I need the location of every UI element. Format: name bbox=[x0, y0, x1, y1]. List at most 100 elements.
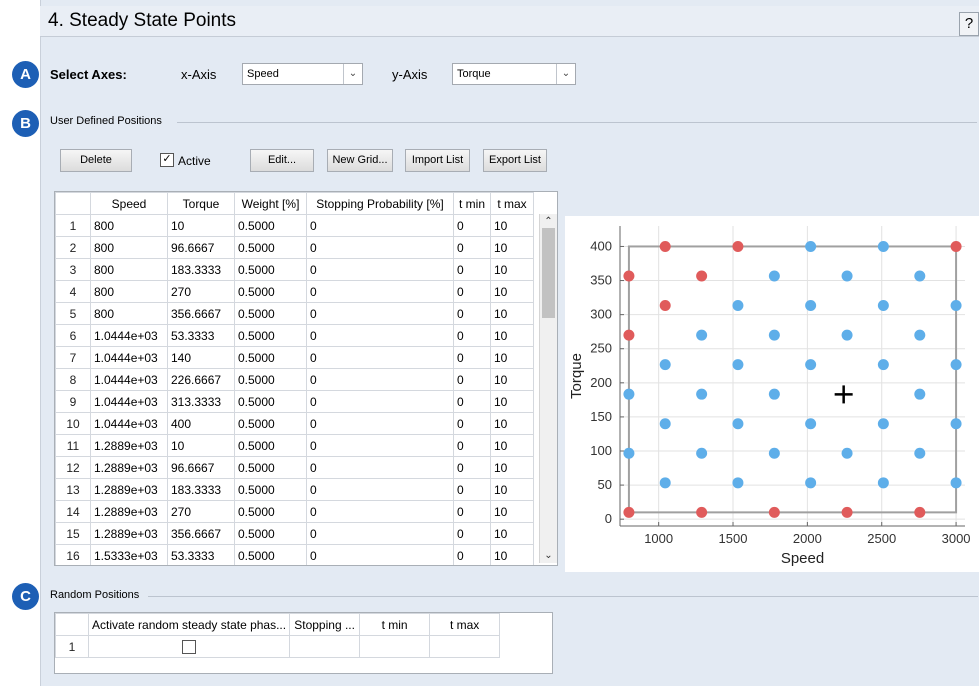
table-cell[interactable]: 0 bbox=[306, 346, 454, 369]
x-axis-select[interactable]: Speed ⌄ bbox=[242, 63, 363, 85]
blue-point[interactable] bbox=[841, 329, 853, 341]
blue-point[interactable] bbox=[805, 240, 817, 252]
blue-point[interactable] bbox=[732, 418, 744, 430]
blue-point[interactable] bbox=[732, 477, 744, 489]
table-cell[interactable]: 0 bbox=[453, 390, 491, 413]
blue-point[interactable] bbox=[914, 270, 926, 282]
table-cell[interactable]: 0 bbox=[306, 522, 454, 545]
blue-point[interactable] bbox=[877, 240, 889, 252]
table-cell[interactable]: 1.5333e+03 bbox=[90, 544, 168, 565]
table-cell[interactable]: 10 bbox=[490, 324, 534, 347]
blue-point[interactable] bbox=[768, 329, 780, 341]
table-cell[interactable]: 270 bbox=[167, 280, 235, 303]
red-point[interactable] bbox=[623, 506, 635, 518]
column-header[interactable]: t max bbox=[429, 613, 501, 636]
table-cell[interactable]: 0.5000 bbox=[234, 434, 307, 457]
table-cell[interactable]: 0.5000 bbox=[234, 368, 307, 391]
table-cell[interactable]: 0.5000 bbox=[234, 390, 307, 413]
table-cell[interactable]: 10 bbox=[490, 236, 534, 259]
table-cell[interactable]: 0 bbox=[453, 280, 491, 303]
table-cell[interactable]: 10 bbox=[490, 522, 534, 545]
table-cell[interactable]: 0.5000 bbox=[234, 456, 307, 479]
blue-point[interactable] bbox=[841, 270, 853, 282]
help-button[interactable]: ? bbox=[959, 12, 979, 36]
blue-point[interactable] bbox=[696, 447, 708, 459]
blue-point[interactable] bbox=[768, 447, 780, 459]
user-positions-table[interactable]: Speed Torque Weight [%] Stopping Probabilit… bbox=[54, 191, 558, 566]
column-header[interactable]: Weight [%] bbox=[234, 192, 307, 215]
table-cell[interactable]: 183.3333 bbox=[167, 258, 235, 281]
red-point[interactable] bbox=[623, 329, 635, 341]
scrollbar-thumb[interactable] bbox=[542, 228, 555, 318]
blue-point[interactable] bbox=[805, 418, 817, 430]
red-point[interactable] bbox=[950, 240, 962, 252]
blue-point[interactable] bbox=[659, 418, 671, 430]
table-row[interactable]: 9 1.0444e+03 313.3333 0.5000 0 0 10 bbox=[55, 390, 534, 413]
table-cell[interactable]: 0.5000 bbox=[234, 236, 307, 259]
table-cell[interactable]: 0.5000 bbox=[234, 500, 307, 523]
table-cell[interactable]: 400 bbox=[167, 412, 235, 435]
table-row[interactable]: 8 1.0444e+03 226.6667 0.5000 0 0 10 bbox=[55, 368, 534, 391]
blue-point[interactable] bbox=[805, 477, 817, 489]
table-cell[interactable]: 0.5000 bbox=[234, 544, 307, 565]
table-cell[interactable]: 10 bbox=[490, 390, 534, 413]
table-cell[interactable]: 0 bbox=[306, 478, 454, 501]
table-cell[interactable]: 0.5000 bbox=[234, 214, 307, 237]
blue-point[interactable] bbox=[768, 270, 780, 282]
activate-random-cell[interactable] bbox=[87, 635, 291, 658]
table-row[interactable]: 4 800 270 0.5000 0 0 10 bbox=[55, 280, 534, 303]
red-point[interactable] bbox=[732, 240, 744, 252]
blue-point[interactable] bbox=[659, 359, 671, 371]
table-cell[interactable]: 1.2889e+03 bbox=[90, 500, 168, 523]
table-cell[interactable]: 96.6667 bbox=[167, 456, 235, 479]
table-row[interactable]: 1 800 10 0.5000 0 0 10 bbox=[55, 214, 534, 237]
red-point[interactable] bbox=[696, 506, 708, 518]
table-cell[interactable]: 0.5000 bbox=[234, 522, 307, 545]
table-cell[interactable]: 10 bbox=[167, 214, 235, 237]
blue-point[interactable] bbox=[659, 477, 671, 489]
table-cell[interactable]: 140 bbox=[167, 346, 235, 369]
table-cell[interactable]: 800 bbox=[90, 236, 168, 259]
blue-point[interactable] bbox=[805, 300, 817, 312]
column-header[interactable]: t min bbox=[359, 613, 431, 636]
table-cell[interactable]: 10 bbox=[490, 412, 534, 435]
table-cell[interactable]: 0 bbox=[306, 236, 454, 259]
table-cell[interactable]: 10 bbox=[490, 214, 534, 237]
blue-point[interactable] bbox=[950, 477, 962, 489]
scroll-down-icon[interactable]: ⌄ bbox=[540, 550, 557, 561]
table-cell[interactable]: 10 bbox=[167, 434, 235, 457]
export-list-button[interactable]: Export List bbox=[483, 149, 547, 172]
blue-point[interactable] bbox=[768, 388, 780, 400]
table-row[interactable]: 5 800 356.6667 0.5000 0 0 10 bbox=[55, 302, 534, 325]
y-axis-select[interactable]: Torque ⌄ bbox=[452, 63, 576, 85]
table-cell[interactable]: 0 bbox=[453, 258, 491, 281]
table-cell[interactable]: 1.0444e+03 bbox=[90, 324, 168, 347]
blue-point[interactable] bbox=[696, 329, 708, 341]
column-header[interactable]: Activate random steady state phas... bbox=[87, 613, 291, 636]
blue-point[interactable] bbox=[623, 388, 635, 400]
table-cell[interactable]: 10 bbox=[490, 456, 534, 479]
edit-button[interactable]: Edit... bbox=[250, 149, 314, 172]
blue-point[interactable] bbox=[732, 359, 744, 371]
table-cell[interactable]: 226.6667 bbox=[167, 368, 235, 391]
table-cell[interactable]: 1.0444e+03 bbox=[90, 390, 168, 413]
table-cell[interactable]: 0 bbox=[306, 214, 454, 237]
table-cell[interactable]: 10 bbox=[490, 280, 534, 303]
t-min-cell[interactable] bbox=[359, 635, 431, 658]
table-cell[interactable]: 800 bbox=[90, 280, 168, 303]
new-grid-button[interactable]: New Grid... bbox=[327, 149, 393, 172]
blue-point[interactable] bbox=[805, 359, 817, 371]
table-row[interactable]: 14 1.2889e+03 270 0.5000 0 0 10 bbox=[55, 500, 534, 523]
blue-point[interactable] bbox=[841, 447, 853, 459]
column-header[interactable]: Speed bbox=[90, 192, 168, 215]
red-point[interactable] bbox=[914, 506, 926, 518]
table-cell[interactable]: 0.5000 bbox=[234, 258, 307, 281]
table-cell[interactable]: 0 bbox=[306, 368, 454, 391]
table-cell[interactable]: 0 bbox=[453, 236, 491, 259]
table-cell[interactable]: 183.3333 bbox=[167, 478, 235, 501]
table-cell[interactable]: 0.5000 bbox=[234, 302, 307, 325]
red-point[interactable] bbox=[768, 506, 780, 518]
column-header[interactable]: t max bbox=[490, 192, 534, 215]
blue-point[interactable] bbox=[914, 329, 926, 341]
table-cell[interactable]: 10 bbox=[490, 544, 534, 565]
